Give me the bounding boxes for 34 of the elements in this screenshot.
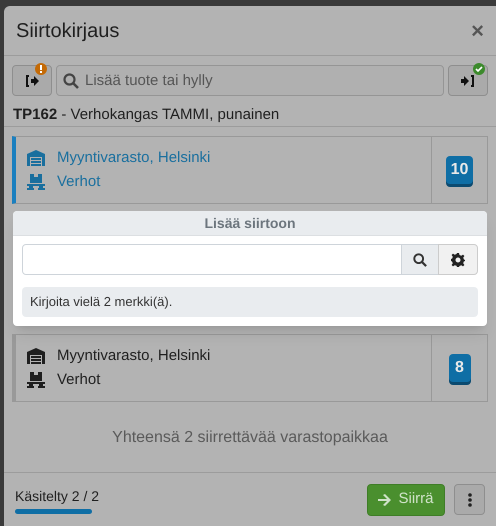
settings-icon: [451, 252, 465, 266]
window-title: Siirtokirjaus: [16, 18, 120, 44]
quantity-badge: 8: [448, 354, 470, 382]
processed-label: Käsitelty 2 / 2: [15, 486, 100, 506]
export-button[interactable]: [12, 65, 52, 96]
warehouse-icon: [27, 348, 45, 364]
sign-in-icon: [461, 74, 475, 86]
arrow-right-icon: [378, 494, 392, 506]
more-icon: [468, 492, 472, 506]
search-button[interactable]: [402, 244, 438, 275]
more-button[interactable]: [454, 484, 485, 515]
warehouse-name: Myyntivarasto, Helsinki: [57, 346, 210, 366]
settings-button[interactable]: [438, 244, 478, 275]
search-icon: [413, 252, 427, 266]
shelf-name: Verhot: [57, 370, 100, 390]
warehouse-name: Myyntivarasto, Helsinki: [57, 148, 210, 168]
popup-title: Lisää siirtoon: [204, 214, 296, 232]
close-button[interactable]: ×: [471, 20, 484, 42]
total-text: Yhteensä 2 siirrettävää varastopaikkaa: [112, 428, 388, 448]
product-title: TP162 - Verhokangas TAMMI, punainen: [13, 104, 280, 125]
pallet-icon: [27, 372, 45, 388]
quantity-badge: 10: [446, 156, 474, 184]
location-card[interactable]: Myyntivarasto, Helsinki Verhot 8: [12, 334, 488, 402]
popup-input-field[interactable]: [22, 244, 402, 275]
hint-message: Kirjoita vielä 2 merkki(ä).: [30, 293, 172, 312]
sign-out-icon: [25, 74, 39, 86]
shelf-name: Verhot: [57, 172, 100, 192]
import-button[interactable]: [448, 65, 488, 96]
transfer-button[interactable]: Siirrä: [367, 484, 445, 516]
pallet-icon: [27, 174, 45, 190]
location-card[interactable]: Myyntivarasto, Helsinki Verhot 10: [12, 136, 488, 204]
warehouse-icon: [27, 150, 45, 166]
search-icon: [63, 73, 79, 89]
search-field[interactable]: Lisää tuote tai hylly: [56, 65, 444, 96]
